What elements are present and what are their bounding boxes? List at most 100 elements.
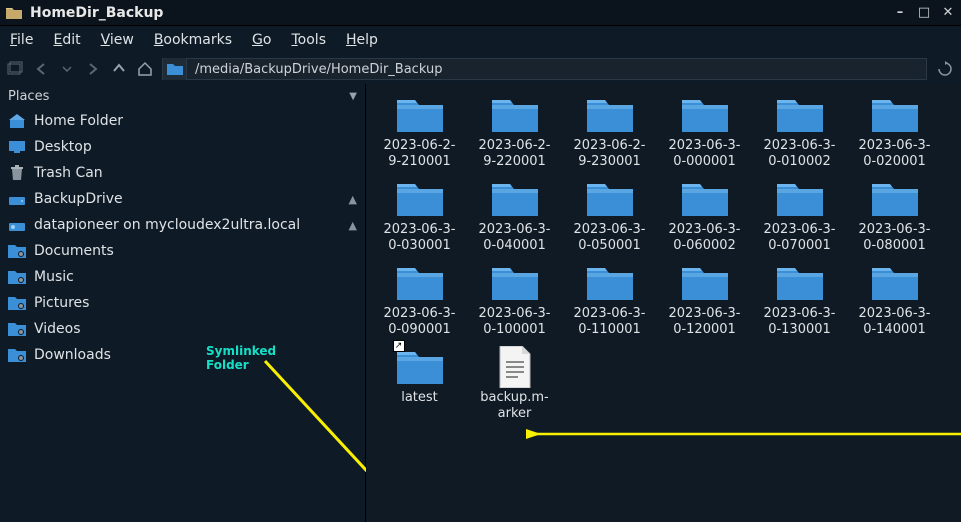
sidebar-item-icon <box>8 295 26 311</box>
folder-item[interactable]: ↗latest <box>372 346 467 422</box>
folder-item[interactable]: 2023-06-3-0-140001 <box>847 262 942 338</box>
window-titlebar: HomeDir_Backup – □ ✕ <box>0 0 961 26</box>
folder-icon <box>870 178 920 218</box>
sidebar-item[interactable]: Documents <box>0 238 365 264</box>
folder-icon <box>870 262 920 302</box>
window-buttons: – □ ✕ <box>893 6 955 20</box>
folder-item[interactable]: 2023-06-3-0-020001 <box>847 94 942 170</box>
folder-item[interactable]: 2023-06-3-0-010002 <box>752 94 847 170</box>
folder-icon <box>395 178 445 218</box>
folder-icon <box>490 178 540 218</box>
file-view[interactable]: 2023-06-2-9-2100012023-06-2-9-2200012023… <box>366 84 961 522</box>
annotation-symlink-label: Symlinked Folder <box>206 344 276 372</box>
folder-item[interactable]: 2023-06-2-9-220001 <box>467 94 562 170</box>
folder-item[interactable]: 2023-06-3-0-050001 <box>562 178 657 254</box>
menubar: File Edit View Bookmarks Go Tools Help <box>0 26 961 54</box>
folder-icon <box>775 94 825 134</box>
folder-item[interactable]: 2023-06-2-9-230001 <box>562 94 657 170</box>
folder-item[interactable]: 2023-06-3-0-110001 <box>562 262 657 338</box>
sidebar-item[interactable]: Videos <box>0 316 365 342</box>
item-label: 2023-06-3-0-070001 <box>755 222 845 254</box>
menu-bookmarks[interactable]: Bookmarks <box>154 32 232 48</box>
sidebar-item-label: Videos <box>34 321 81 337</box>
forward-icon[interactable] <box>84 60 102 78</box>
sidebar-item-icon <box>8 243 26 259</box>
folder-icon <box>490 94 540 134</box>
item-label: 2023-06-3-0-060002 <box>660 222 750 254</box>
menu-file[interactable]: File <box>10 32 33 48</box>
places-header[interactable]: Places ▼ <box>0 84 365 108</box>
item-label: 2023-06-3-0-030001 <box>375 222 465 254</box>
places-collapse-icon[interactable]: ▼ <box>349 91 357 102</box>
folder-item[interactable]: 2023-06-3-0-120001 <box>657 262 752 338</box>
refresh-icon[interactable] <box>935 59 955 79</box>
minimize-button[interactable]: – <box>893 6 907 20</box>
menu-go[interactable]: Go <box>252 32 271 48</box>
file-icon <box>490 346 540 386</box>
folder-item[interactable]: 2023-06-3-0-040001 <box>467 178 562 254</box>
folder-item[interactable]: 2023-06-3-0-080001 <box>847 178 942 254</box>
sidebar-item-label: Pictures <box>34 295 89 311</box>
folder-icon <box>775 178 825 218</box>
folder-item[interactable]: 2023-06-3-0-060002 <box>657 178 752 254</box>
folder-icon <box>680 94 730 134</box>
folder-item[interactable]: 2023-06-3-0-030001 <box>372 178 467 254</box>
folder-item[interactable]: 2023-06-3-0-090001 <box>372 262 467 338</box>
item-label: 2023-06-2-9-210001 <box>375 138 465 170</box>
folder-item[interactable]: 2023-06-3-0-000001 <box>657 94 752 170</box>
back-icon[interactable] <box>32 60 50 78</box>
item-label: 2023-06-3-0-100001 <box>470 306 560 338</box>
sidebar-item[interactable]: Music <box>0 264 365 290</box>
sidebar-item-label: Documents <box>34 243 114 259</box>
toolbar: /media/BackupDrive/HomeDir_Backup <box>0 54 961 84</box>
item-label: 2023-06-3-0-000001 <box>660 138 750 170</box>
file-item[interactable]: backup.m-arker <box>467 346 562 422</box>
sidebar-item-label: datapioneer on mycloudex2ultra.local <box>34 217 300 233</box>
folder-item[interactable]: 2023-06-3-0-070001 <box>752 178 847 254</box>
eject-icon[interactable]: ▲ <box>349 193 357 206</box>
sidebar-item-icon <box>8 217 26 233</box>
sidebar-item[interactable]: Desktop <box>0 134 365 160</box>
item-label: 2023-06-3-0-040001 <box>470 222 560 254</box>
item-label: 2023-06-3-0-120001 <box>660 306 750 338</box>
folder-icon <box>585 94 635 134</box>
sidebar-item[interactable]: datapioneer on mycloudex2ultra.local ▲ <box>0 212 365 238</box>
sidebar-item-icon <box>8 191 26 207</box>
menu-help[interactable]: Help <box>346 32 378 48</box>
menu-edit[interactable]: Edit <box>53 32 80 48</box>
close-button[interactable]: ✕ <box>941 6 955 20</box>
item-label: 2023-06-2-9-220001 <box>470 138 560 170</box>
item-label: 2023-06-3-0-140001 <box>850 306 940 338</box>
folder-item[interactable]: 2023-06-3-0-100001 <box>467 262 562 338</box>
sidebar-item-label: Downloads <box>34 347 111 363</box>
path-bar[interactable]: /media/BackupDrive/HomeDir_Backup <box>162 58 927 80</box>
sidebar-item[interactable]: Home Folder <box>0 108 365 134</box>
folder-icon <box>490 262 540 302</box>
up-icon[interactable] <box>110 60 128 78</box>
folder-item[interactable]: 2023-06-3-0-130001 <box>752 262 847 338</box>
sidebar-item-icon <box>8 321 26 337</box>
sidebar-list: Home FolderDesktopTrash CanBackupDrive▲d… <box>0 108 365 368</box>
folder-icon <box>775 262 825 302</box>
menu-view[interactable]: View <box>101 32 134 48</box>
folder-icon <box>585 262 635 302</box>
sidebar-item[interactable]: BackupDrive▲ <box>0 186 365 212</box>
home-icon[interactable] <box>136 60 154 78</box>
folder-icon <box>395 94 445 134</box>
sidebar-item[interactable]: Downloads <box>0 342 365 368</box>
history-dropdown-icon[interactable] <box>58 60 76 78</box>
sidebar-item[interactable]: Trash Can <box>0 160 365 186</box>
menu-tools[interactable]: Tools <box>291 32 326 48</box>
sidebar-item-label: Desktop <box>34 139 92 155</box>
item-label: 2023-06-3-0-110001 <box>565 306 655 338</box>
folder-item[interactable]: 2023-06-2-9-210001 <box>372 94 467 170</box>
path-text: /media/BackupDrive/HomeDir_Backup <box>187 62 450 77</box>
eject-icon[interactable]: ▲ <box>349 219 357 232</box>
file-grid: 2023-06-2-9-2100012023-06-2-9-2200012023… <box>372 94 957 430</box>
folder-icon <box>870 94 920 134</box>
new-tab-icon[interactable] <box>6 60 24 78</box>
maximize-button[interactable]: □ <box>917 6 931 20</box>
titlebar-folder-icon <box>6 6 22 20</box>
sidebar-item[interactable]: Pictures <box>0 290 365 316</box>
folder-icon: ↗ <box>395 346 445 386</box>
